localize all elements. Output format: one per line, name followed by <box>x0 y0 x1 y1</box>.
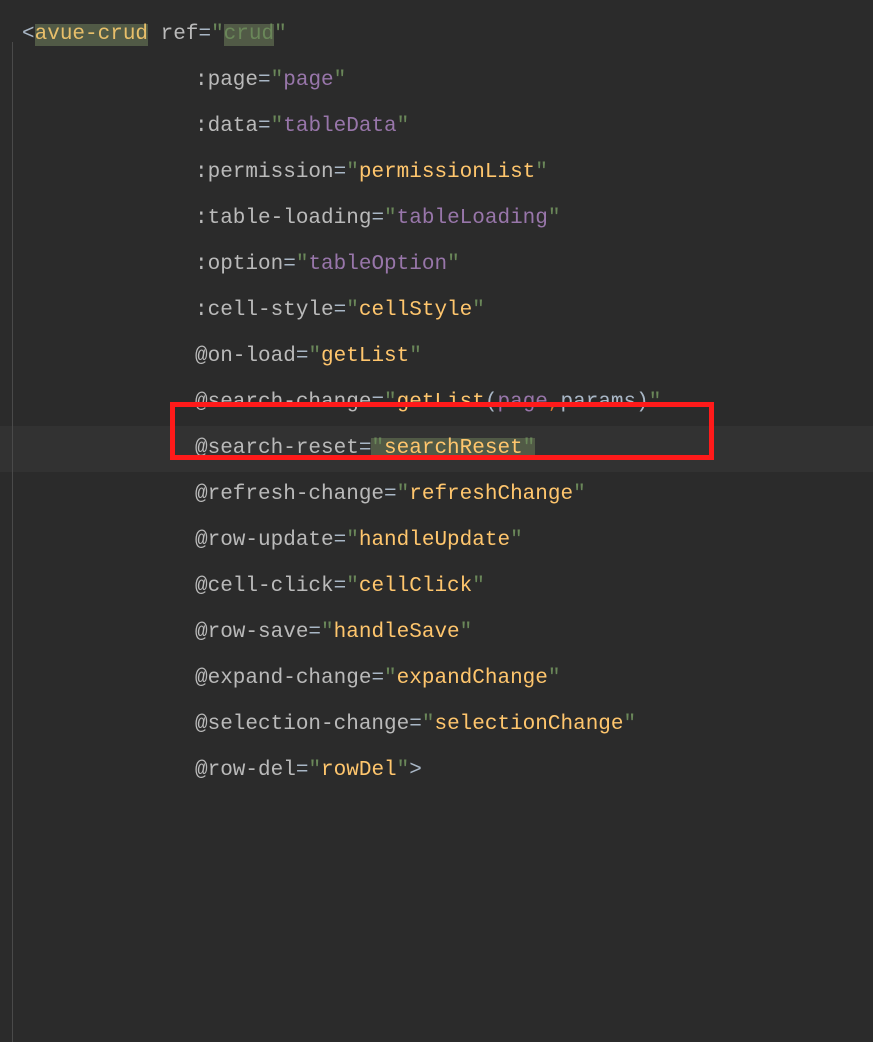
attr-call-arg: params <box>561 392 637 414</box>
attr-name: ref <box>161 24 199 46</box>
attr-value: crud <box>224 24 274 46</box>
attr-call-arg: page <box>497 392 547 414</box>
attr-value: refreshChange <box>409 484 573 506</box>
attr-name: @expand-change <box>195 668 371 690</box>
attr-name: :data <box>195 116 258 138</box>
code-line[interactable]: @cell-click="cellClick" <box>22 564 873 610</box>
code-line[interactable]: @refresh-change="refreshChange" <box>22 472 873 518</box>
code-line[interactable]: @selection-change="selectionChange" <box>22 702 873 748</box>
open-bracket: < <box>22 24 35 46</box>
attr-value: cellClick <box>359 576 472 598</box>
attr-name: :table-loading <box>195 208 371 230</box>
attr-name: :option <box>195 254 283 276</box>
code-line[interactable]: <avue-crud ref="crud" <box>22 12 873 58</box>
code-line[interactable]: @row-del="rowDel"> <box>22 748 873 794</box>
attr-value: handleSave <box>334 622 460 644</box>
attr-name: @row-save <box>195 622 308 644</box>
attr-value: tableLoading <box>397 208 548 230</box>
code-line[interactable]: @on-load="getList" <box>22 334 873 380</box>
attr-name: @row-update <box>195 530 334 552</box>
attr-name: @refresh-change <box>195 484 384 506</box>
code-line[interactable]: :option="tableOption" <box>22 242 873 288</box>
code-line-active[interactable]: @search-reset="searchReset" <box>22 426 873 472</box>
attr-value: permissionList <box>359 162 535 184</box>
code-line[interactable]: @search-change="getList(page, params)" <box>22 380 873 426</box>
code-line[interactable]: :data="tableData" <box>22 104 873 150</box>
close-bracket: > <box>409 760 422 782</box>
attr-value: selectionChange <box>434 714 623 736</box>
attr-name: @selection-change <box>195 714 409 736</box>
code-editor-viewport[interactable]: <avue-crud ref="crud" :page="page" :data… <box>22 12 873 794</box>
attr-value: expandChange <box>397 668 548 690</box>
code-line[interactable]: :permission="permissionList" <box>22 150 873 196</box>
attr-name: :page <box>195 70 258 92</box>
attr-value: rowDel <box>321 760 397 782</box>
attr-value: getList <box>321 346 409 368</box>
attr-value: cellStyle <box>359 300 472 322</box>
attr-name: @cell-click <box>195 576 334 598</box>
code-line[interactable]: :cell-style="cellStyle" <box>22 288 873 334</box>
attr-value: searchReset <box>384 438 523 460</box>
attr-call-fn: getList <box>397 392 485 414</box>
attr-value: tableData <box>283 116 396 138</box>
code-line[interactable]: @row-save="handleSave" <box>22 610 873 656</box>
attr-name: @search-change <box>195 392 371 414</box>
attr-value: page <box>283 70 333 92</box>
code-line[interactable]: @row-update="handleUpdate" <box>22 518 873 564</box>
tag-name: avue-crud <box>35 24 148 46</box>
attr-name: :cell-style <box>195 300 334 322</box>
attr-name: @search-reset <box>195 438 359 460</box>
code-line[interactable]: @expand-change="expandChange" <box>22 656 873 702</box>
attr-name: :permission <box>195 162 334 184</box>
attr-value: tableOption <box>308 254 447 276</box>
attr-value: handleUpdate <box>359 530 510 552</box>
attr-name: @on-load <box>195 346 296 368</box>
code-line[interactable]: :page="page" <box>22 58 873 104</box>
attr-name: @row-del <box>195 760 296 782</box>
code-line[interactable]: :table-loading="tableLoading" <box>22 196 873 242</box>
